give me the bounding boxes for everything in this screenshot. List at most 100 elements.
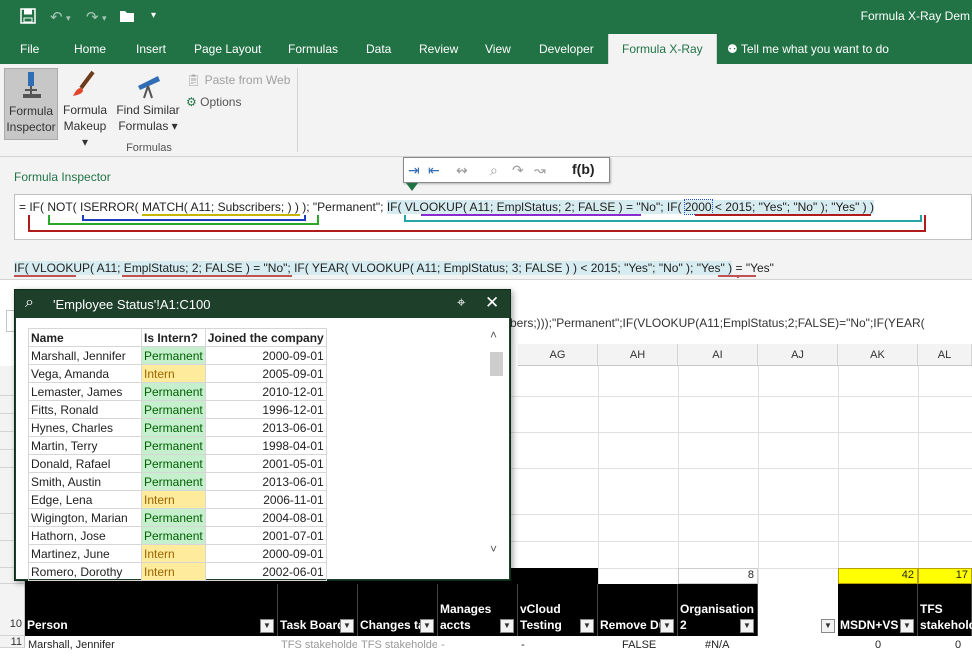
column-header-aj[interactable]: AJ	[758, 344, 838, 366]
tab-data[interactable]: Data	[366, 42, 391, 56]
filter-dropdown-icon[interactable]: ▼	[740, 619, 754, 633]
cell-msdn-11[interactable]: 0	[875, 639, 881, 651]
redo-arrow-icon[interactable]: ↷	[512, 162, 524, 179]
header-changes[interactable]: Changes ta ▼	[358, 584, 438, 636]
paste-from-web-button[interactable]: 📋︎ Paste from Web	[186, 73, 290, 87]
group-label-formulas: Formulas	[126, 142, 172, 154]
column-name: Name	[28, 328, 142, 347]
formula-bar-input[interactable]: bers;)));"Permanent";IF(VLOOKUP(A11;Empl…	[510, 316, 925, 330]
tab-review[interactable]: Review	[419, 42, 458, 56]
cell-ai9[interactable]: 8	[678, 568, 758, 584]
header-manages-accts[interactable]: Manages accts ▼	[438, 584, 518, 636]
row-header[interactable]: 11	[0, 636, 25, 648]
options-button[interactable]: ⚙ Options	[186, 95, 241, 109]
gridline	[678, 366, 679, 596]
table-row[interactable]: Lemaster, James Permanent 2010-12-01	[28, 382, 327, 401]
tab-formula-xray[interactable]: Formula X-Ray	[608, 34, 717, 65]
undo-icon[interactable]: ↶	[50, 8, 63, 26]
tab-view[interactable]: View	[485, 42, 511, 56]
evaluate-fb-button[interactable]: f(b)	[572, 161, 595, 177]
column-header-ag[interactable]: AG	[518, 344, 598, 366]
close-icon[interactable]: ✕	[485, 293, 499, 313]
filter-dropdown-icon[interactable]: ▼	[260, 619, 274, 633]
scroll-thumb[interactable]	[490, 352, 503, 376]
evaluation-expression[interactable]: IF( VLOOKUP( A11; EmplStatus; 2; FALSE )…	[14, 261, 733, 275]
table-row[interactable]: Smith, Austin Permanent 2013-06-01	[28, 472, 327, 491]
cell-task-board-11[interactable]: TFS stakeholde	[281, 639, 357, 651]
header-blank[interactable]: ▼	[758, 584, 838, 636]
formula-inspector-button[interactable]: Formula Inspector	[4, 68, 58, 140]
filter-dropdown-icon[interactable]: ▼	[340, 619, 354, 633]
tab-file[interactable]: File	[20, 42, 39, 56]
header-task-board[interactable]: Task Board ▼	[278, 584, 358, 636]
popup-body: Name Is Intern? Joined the company Marsh…	[16, 318, 509, 581]
header-organisation-2[interactable]: Organisation 2 ▼	[678, 584, 758, 636]
tell-me-box[interactable]: ⚉ Tell me what you want to do	[727, 42, 889, 56]
pin-icon[interactable]: ⌖	[457, 294, 465, 311]
tab-developer[interactable]: Developer	[539, 42, 594, 56]
step-out-icon[interactable]: ⇤	[428, 162, 440, 179]
range-preview-popup[interactable]: ⌕ 'Employee Status'!A1:C100 ⌖ ✕ Name Is …	[14, 289, 511, 581]
cell-a11[interactable]: Marshall, Jennifer	[28, 639, 115, 651]
cell-vcloud-11[interactable]: -	[521, 639, 525, 651]
header-vcloud-testing[interactable]: vCloud Testing ▼	[518, 584, 598, 636]
table-row[interactable]: Wigington, Marian Permanent 2004-08-01	[28, 508, 327, 527]
scroll-down-icon[interactable]: ˅	[490, 542, 497, 556]
app-title: Formula X-Ray Dem	[860, 9, 970, 23]
header-remove-du[interactable]: Remove Du ▼	[598, 584, 678, 636]
filter-dropdown-icon[interactable]: ▼	[660, 619, 674, 633]
column-header-ak[interactable]: AK	[838, 344, 918, 366]
header-manages-accts-label: Manages accts	[440, 602, 492, 632]
table-row[interactable]: Martin, Terry Permanent 1998-04-01	[28, 436, 327, 455]
filter-dropdown-icon[interactable]: ▼	[900, 619, 914, 633]
header-person[interactable]: Person ▼	[25, 584, 278, 636]
cell-manages-11[interactable]: -	[441, 639, 445, 651]
tab-formulas[interactable]: Formulas	[288, 42, 338, 56]
table-row[interactable]: Fitts, Ronald Permanent 1996-12-01	[28, 400, 327, 419]
cell-remove-11[interactable]: FALSE	[622, 639, 656, 651]
filter-dropdown-icon[interactable]: ▼	[580, 619, 594, 633]
filter-dropdown-icon[interactable]: ▼	[821, 619, 835, 633]
table-row[interactable]: Vega, Amanda Intern 2005-09-01	[28, 364, 327, 383]
table-row[interactable]: Romero, Dorothy Intern 2002-06-01	[28, 562, 327, 581]
filter-dropdown-icon[interactable]: ▼	[500, 619, 514, 633]
scroll-up-icon[interactable]: ˄	[490, 328, 497, 342]
cell-tfs-11[interactable]: 0	[955, 639, 961, 651]
redo-icon[interactable]: ↷	[86, 8, 99, 26]
undo-dropdown-icon[interactable]: ▾	[66, 13, 71, 24]
filter-dropdown-icon[interactable]: ▼	[420, 619, 434, 633]
cell-status: Permanent	[141, 346, 206, 365]
cell-changes-11[interactable]: TFS stakeholde	[361, 639, 437, 651]
cell-date: 2013-06-01	[204, 472, 327, 491]
formula-makeup-button[interactable]: Formula Makeup ▾	[60, 68, 110, 149]
tab-insert[interactable]: Insert	[136, 42, 166, 56]
open-folder-icon[interactable]	[119, 8, 135, 28]
column-header-al[interactable]: AL	[918, 344, 972, 366]
find-similar-formulas-button[interactable]: Find Similar Formulas ▾	[114, 68, 182, 140]
save-icon[interactable]	[20, 8, 36, 28]
table-row[interactable]: Martinez, June Intern 2000-09-01	[28, 544, 327, 563]
column-header-ah[interactable]: AH	[598, 344, 678, 366]
tab-page-layout[interactable]: Page Layout	[194, 42, 261, 56]
table-row[interactable]: Donald, Rafael Permanent 2001-05-01	[28, 454, 327, 473]
cell-org-11[interactable]: #N/A	[705, 639, 729, 651]
table-row[interactable]: Edge, Lena Intern 2006-11-01	[28, 490, 327, 509]
popup-scrollbar[interactable]: ˄ ˅	[488, 328, 505, 556]
customize-qat-icon[interactable]: ▾	[151, 10, 156, 21]
table-row[interactable]: Marshall, Jennifer Permanent 2000-09-01	[28, 346, 327, 365]
search-icon[interactable]: ⌕	[490, 162, 498, 179]
expand-icon[interactable]: ↭	[456, 162, 468, 179]
step-into-icon[interactable]: ⇥	[408, 162, 420, 179]
table-row[interactable]: Hathorn, Jose Permanent 2001-07-01	[28, 526, 327, 545]
find-similar-label-2: Formulas ▾	[118, 119, 178, 133]
header-msdn-vs[interactable]: MSDN+VS ▼	[838, 584, 918, 636]
header-tfs-stakeholder[interactable]: TFS stakeholde	[918, 584, 972, 636]
cell-al9[interactable]: 17	[918, 568, 972, 584]
table-row[interactable]: Hynes, Charles Permanent 2013-06-01	[28, 418, 327, 437]
redo-dropdown-icon[interactable]: ▾	[102, 13, 107, 24]
column-header-ai[interactable]: AI	[678, 344, 758, 366]
row-header[interactable]: 10	[0, 584, 25, 636]
tab-home[interactable]: Home	[74, 42, 106, 56]
wave-arrow-icon[interactable]: ↝	[534, 162, 546, 179]
cell-ak9[interactable]: 42	[838, 568, 918, 584]
